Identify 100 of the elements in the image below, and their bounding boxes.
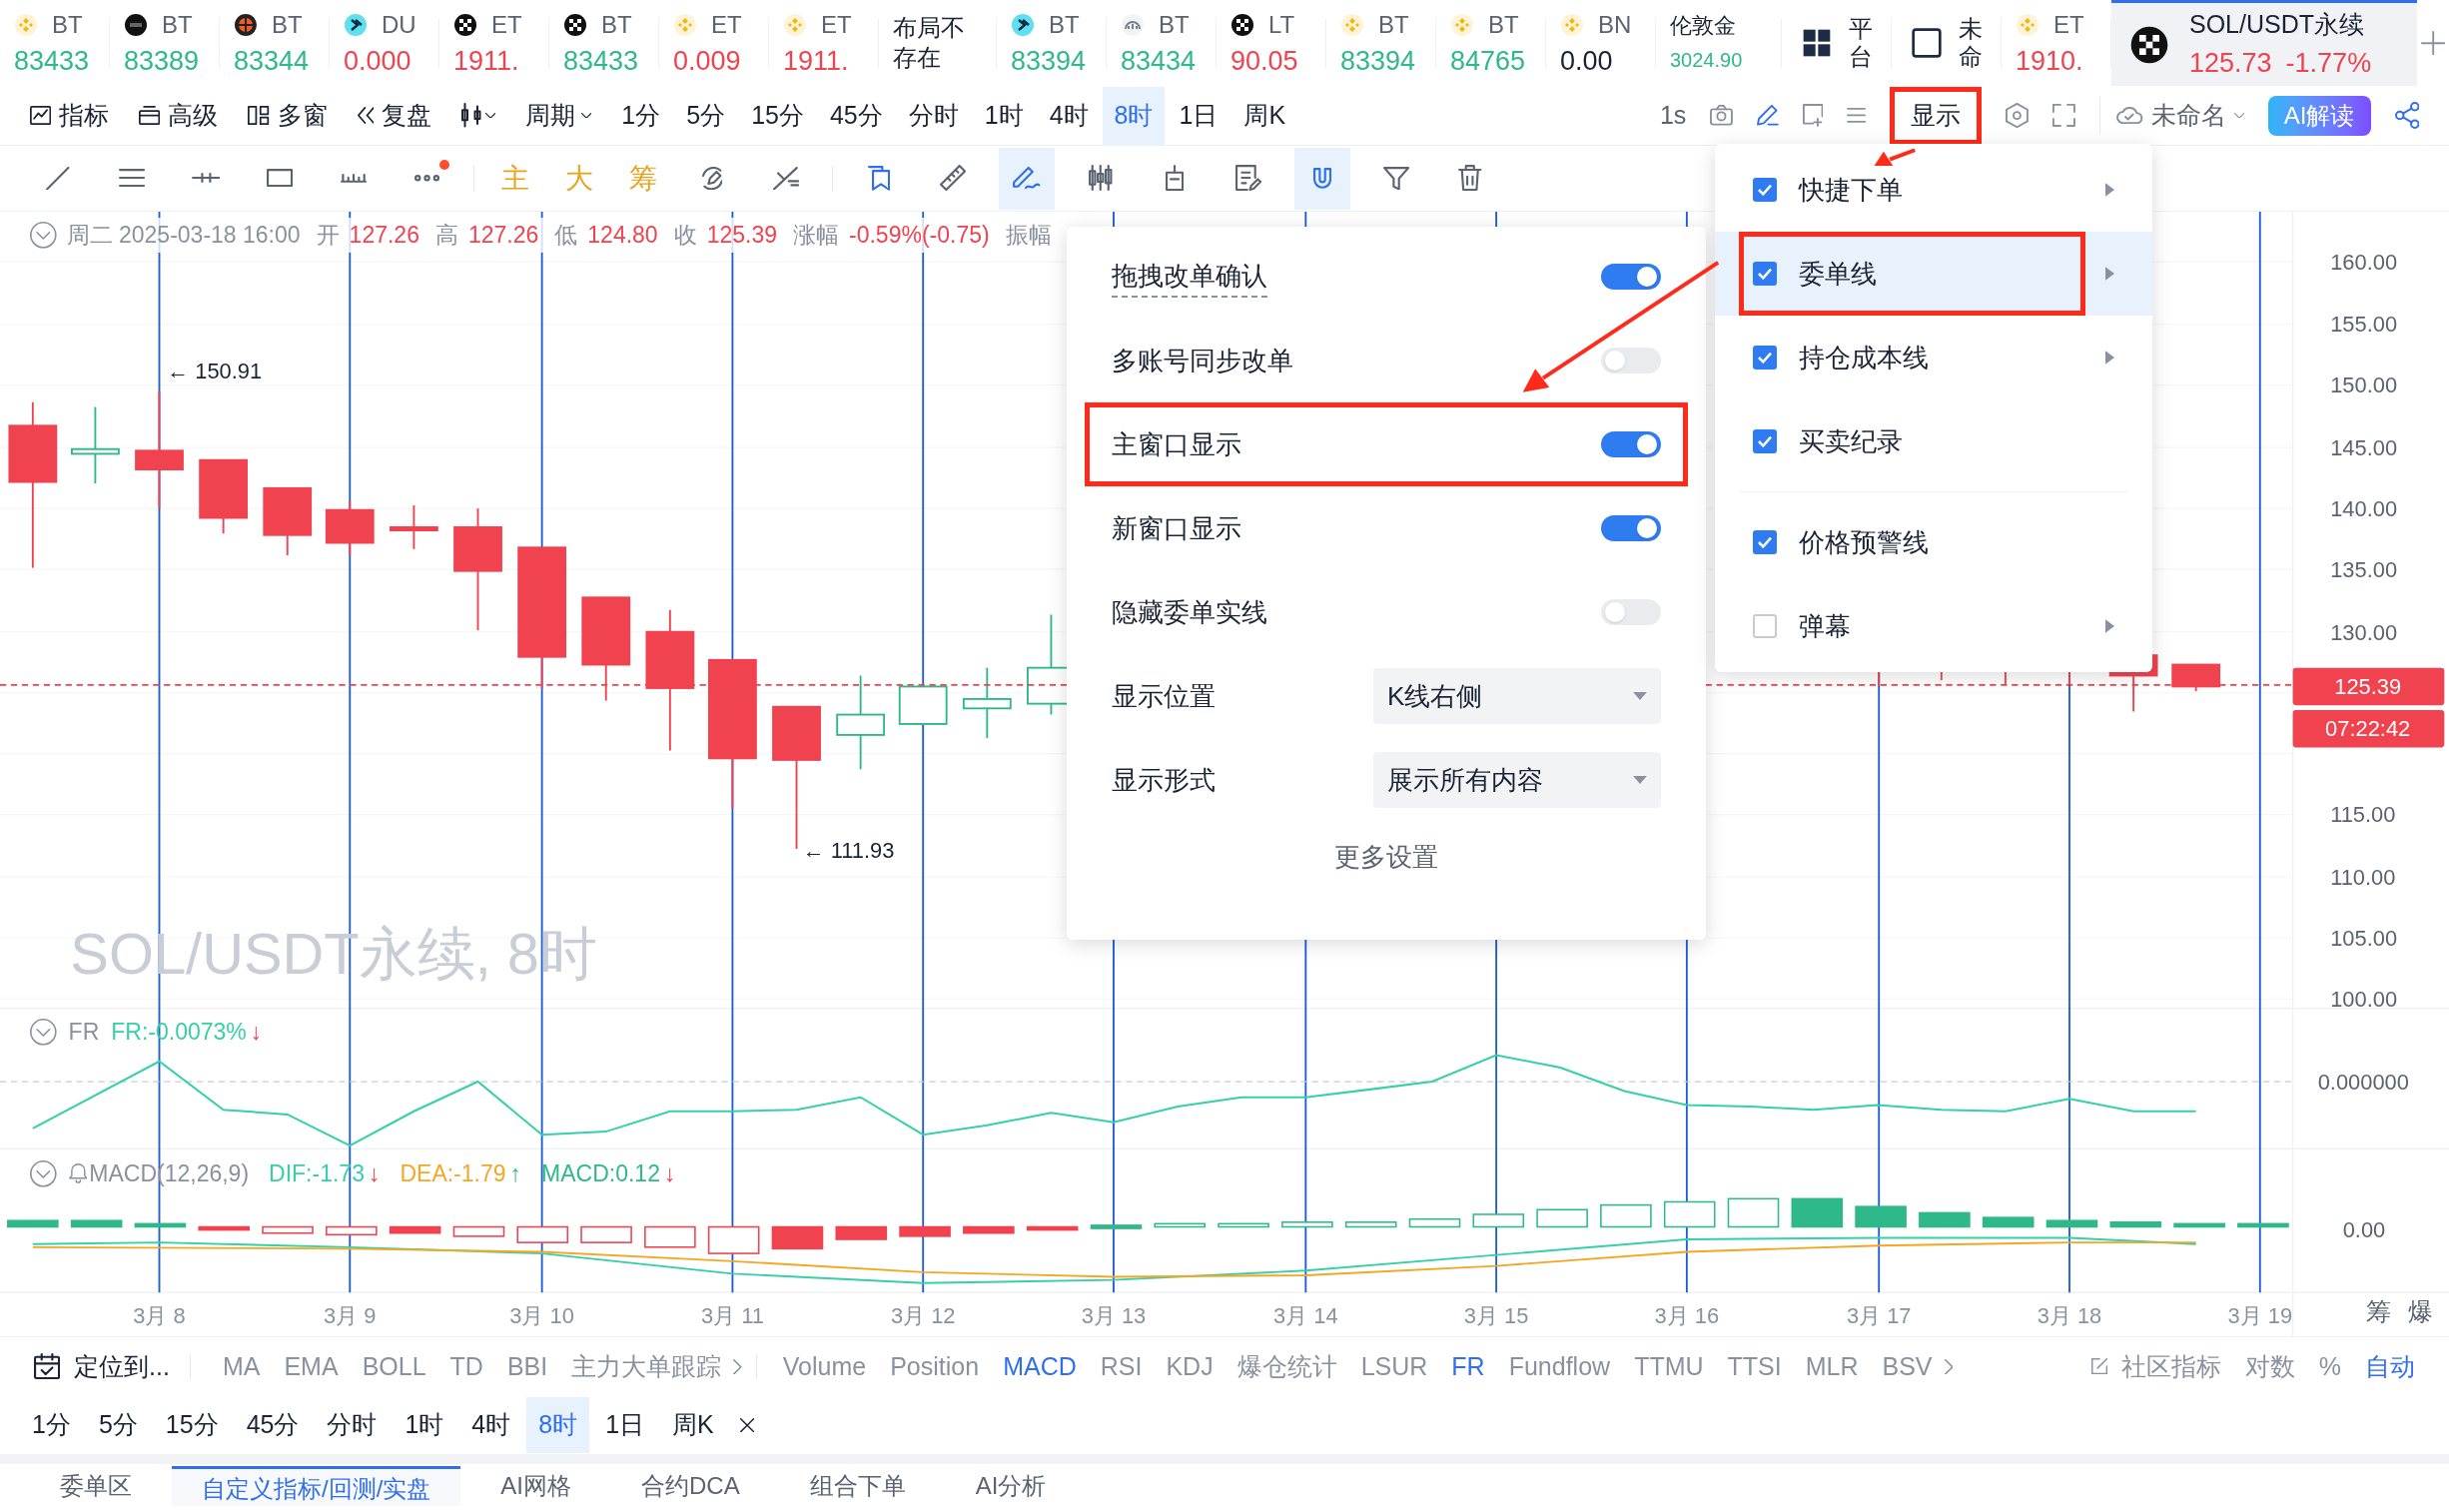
- period-tab[interactable]: 1分: [609, 86, 673, 145]
- interval-button[interactable]: 1s: [1659, 96, 1687, 135]
- checkbox[interactable]: [1753, 178, 1777, 202]
- chevron-right-icon[interactable]: [733, 1358, 742, 1375]
- menu-item[interactable]: 价格预警线: [1715, 500, 2152, 584]
- locate-button[interactable]: 定位到...: [34, 1347, 170, 1386]
- bell-icon[interactable]: [68, 1163, 88, 1184]
- period-tab[interactable]: 1时: [972, 86, 1036, 145]
- chart-type-button[interactable]: [461, 103, 496, 128]
- close-button[interactable]: [739, 1417, 755, 1433]
- drawing-tool[interactable]: [999, 147, 1055, 210]
- checkbox[interactable]: [1753, 346, 1777, 370]
- pencil-icon[interactable]: [1757, 105, 1779, 126]
- indicator-tab[interactable]: Volume: [770, 1347, 879, 1386]
- screen-add-icon[interactable]: [1802, 104, 1824, 127]
- indicator-tab[interactable]: RSI: [1088, 1347, 1155, 1386]
- ai-button[interactable]: AI解读: [2267, 95, 2371, 136]
- candlestick: [325, 499, 375, 556]
- indicator-tab[interactable]: FR: [1439, 1347, 1497, 1386]
- scale-option[interactable]: %: [2318, 1347, 2341, 1386]
- toolbar-button[interactable]: 复盘: [357, 96, 432, 135]
- camera-icon[interactable]: [1710, 105, 1734, 126]
- axis-toggle[interactable]: 筹: [2366, 1297, 2392, 1326]
- period-tab[interactable]: 5分: [86, 1397, 150, 1453]
- more-settings-link[interactable]: 更多设置: [1334, 838, 1438, 877]
- scale-option[interactable]: 自动: [2365, 1347, 2415, 1386]
- menu-item[interactable]: 持仓成本线: [1715, 316, 2152, 399]
- scale-option[interactable]: 对数: [2244, 1347, 2295, 1386]
- list-icon[interactable]: [1847, 108, 1867, 123]
- menu-item[interactable]: 快捷下单: [1715, 148, 2152, 232]
- indicator-tab[interactable]: EMA: [272, 1347, 351, 1386]
- period-tab[interactable]: 1分: [20, 1397, 83, 1453]
- indicator-tab[interactable]: Position: [878, 1347, 992, 1386]
- indicator-tab[interactable]: TTMU: [1622, 1347, 1716, 1386]
- checkbox[interactable]: [1753, 429, 1777, 453]
- bottom-tab[interactable]: AI分析: [945, 1466, 1077, 1506]
- checkbox[interactable]: [1753, 262, 1777, 286]
- menu-item[interactable]: 弹幕: [1715, 584, 2152, 668]
- indicator-tab[interactable]: KDJ: [1154, 1347, 1225, 1386]
- indicator-tab[interactable]: BOLL: [350, 1347, 438, 1386]
- toolbar-button[interactable]: 高级: [139, 96, 219, 135]
- toggle-switch[interactable]: [1601, 515, 1661, 541]
- indicator-tab[interactable]: MACD: [991, 1347, 1089, 1386]
- checkbox[interactable]: [1753, 614, 1777, 638]
- indicator-tab[interactable]: MLR: [1793, 1347, 1871, 1386]
- period-tab[interactable]: 45分: [234, 1397, 312, 1453]
- indicator-tab[interactable]: BSV: [1870, 1347, 1945, 1386]
- active-ticker-tab[interactable]: SOL/USDT永续 125.73 -1.77%: [2111, 0, 2417, 86]
- indicator-tab[interactable]: LSUR: [1348, 1347, 1440, 1386]
- period-tab[interactable]: 周K: [1231, 86, 1298, 145]
- collapse-icon[interactable]: [30, 221, 57, 249]
- hexagon-icon[interactable]: [2006, 102, 2030, 129]
- select-field[interactable]: 展示所有内容: [1373, 752, 1661, 808]
- indicator-tab[interactable]: BBI: [494, 1347, 560, 1386]
- indicator-tab[interactable]: TTSI: [1715, 1347, 1794, 1386]
- collapse-icon[interactable]: [30, 1159, 57, 1187]
- drawing-tool[interactable]: [1294, 147, 1350, 210]
- period-tab[interactable]: 分时: [315, 1397, 390, 1453]
- period-tab[interactable]: 15分: [153, 1397, 231, 1453]
- bottom-tab[interactable]: 合约DCA: [611, 1466, 770, 1506]
- period-tab[interactable]: 4时: [1037, 86, 1101, 145]
- toggle-switch[interactable]: [1601, 264, 1661, 290]
- layout-dropdown[interactable]: 未命名: [2099, 96, 2244, 135]
- share-icon[interactable]: [2394, 102, 2419, 129]
- period-tab[interactable]: 8时: [526, 1397, 590, 1453]
- indicator-tab[interactable]: Fundflow: [1496, 1347, 1623, 1386]
- community-indicators-button[interactable]: 社区指标: [2090, 1347, 2221, 1386]
- period-tab[interactable]: 45分: [817, 86, 895, 145]
- period-tab[interactable]: 5分: [674, 86, 738, 145]
- axis-toggle[interactable]: 爆: [2408, 1297, 2434, 1326]
- indicator-tab[interactable]: MA: [210, 1347, 273, 1386]
- period-tab[interactable]: 分时: [896, 86, 971, 145]
- period-dropdown[interactable]: 周期: [525, 96, 592, 135]
- bottom-tab[interactable]: 自定义指标/回测/实盘: [172, 1466, 461, 1506]
- period-tab[interactable]: 4时: [459, 1397, 523, 1453]
- bracket-box-icon: [1165, 165, 1185, 192]
- menu-item[interactable]: 委单线: [1715, 232, 2152, 316]
- toggle-switch[interactable]: [1601, 431, 1661, 457]
- expand-icon[interactable]: [2052, 104, 2076, 127]
- toolbar-button[interactable]: 多窗: [248, 96, 328, 135]
- period-tab[interactable]: 8时: [1102, 86, 1166, 145]
- period-tab[interactable]: 1日: [593, 1397, 657, 1453]
- toggle-switch[interactable]: [1601, 599, 1661, 625]
- checkbox[interactable]: [1753, 530, 1777, 554]
- bottom-tab[interactable]: 组合下单: [779, 1466, 936, 1506]
- period-tab[interactable]: 1时: [393, 1397, 456, 1453]
- toggle-switch[interactable]: [1601, 348, 1661, 374]
- bottom-tab[interactable]: 委单区: [30, 1466, 162, 1506]
- toolbar-button[interactable]: 指标: [30, 96, 110, 135]
- menu-item[interactable]: 买卖纪录: [1715, 399, 2152, 483]
- period-tab[interactable]: 周K: [660, 1397, 726, 1453]
- period-tab[interactable]: 1日: [1167, 86, 1230, 145]
- indicator-tab[interactable]: 主力大单跟踪: [559, 1347, 734, 1386]
- collapse-icon[interactable]: [30, 1018, 57, 1046]
- indicator-tab[interactable]: TD: [437, 1347, 495, 1386]
- chevron-right-icon[interactable]: [1944, 1358, 1954, 1375]
- select-field[interactable]: K线右侧: [1373, 668, 1661, 724]
- period-tab[interactable]: 15分: [739, 86, 816, 145]
- bottom-tab[interactable]: AI网格: [470, 1466, 602, 1506]
- indicator-tab[interactable]: 爆仓统计: [1224, 1347, 1349, 1386]
